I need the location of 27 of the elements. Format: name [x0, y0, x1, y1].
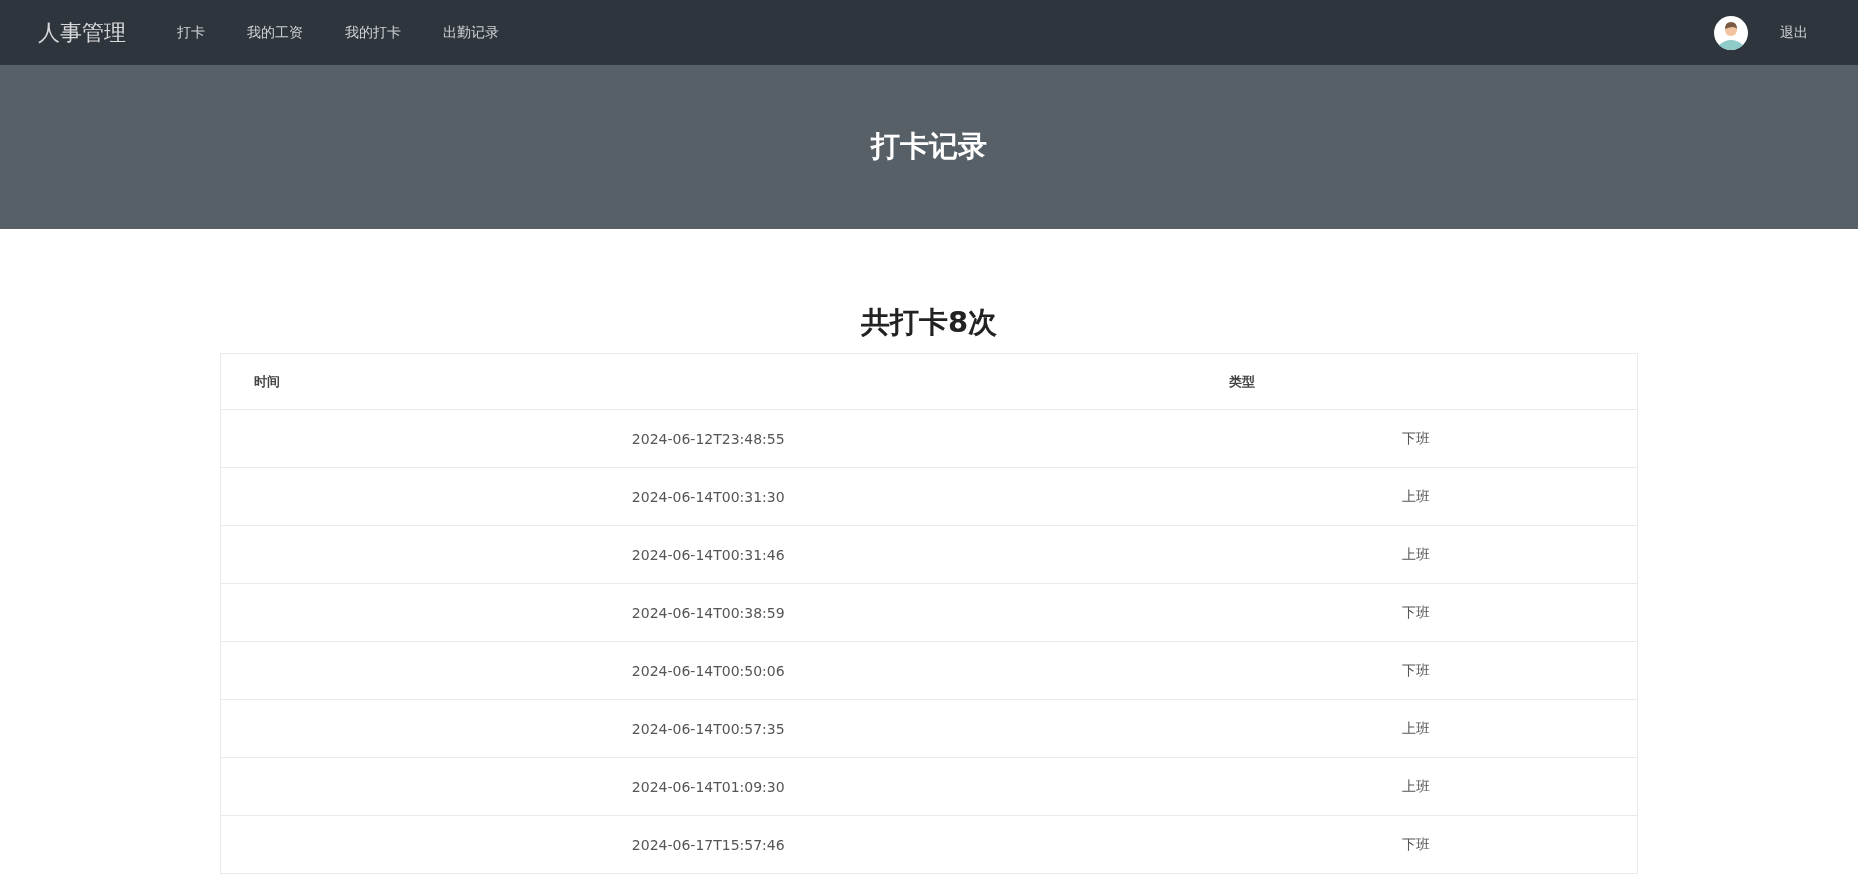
- nav-link[interactable]: 我的打卡: [324, 23, 422, 42]
- table-cell: 下班: [1195, 641, 1638, 700]
- table-cell: 2024-06-14T00:31:30: [220, 467, 1196, 526]
- summary-heading: 共打卡8次: [859, 304, 999, 341]
- brand-link[interactable]: 人事管理: [38, 17, 126, 48]
- table-cell: 2024-06-14T01:09:30: [220, 757, 1196, 816]
- avatar-icon[interactable]: [1714, 15, 1748, 50]
- nav-link[interactable]: 出勤记录: [422, 23, 520, 42]
- table-cell: 2024-06-12T23:48:55: [220, 409, 1196, 468]
- table-cell: 上班: [1195, 757, 1638, 816]
- column-header: 类型: [1195, 353, 1638, 410]
- table-cell: 下班: [1195, 815, 1638, 874]
- table-cell: 2024-06-14T00:57:35: [220, 699, 1196, 758]
- table-cell: 2024-06-17T15:57:46: [220, 815, 1196, 874]
- table-cell: 2024-06-14T00:50:06: [220, 641, 1196, 700]
- table-cell: 上班: [1195, 699, 1638, 758]
- column-header: 时间: [220, 353, 1196, 410]
- table-cell: 2024-06-14T00:38:59: [220, 583, 1196, 642]
- logout-link[interactable]: 退出: [1780, 23, 1808, 42]
- nav-link[interactable]: 我的工资: [226, 23, 324, 42]
- table-cell: 上班: [1195, 525, 1638, 584]
- nav-link[interactable]: 打卡: [156, 23, 226, 42]
- banner-title: 打卡记录: [871, 128, 987, 165]
- table-cell: 下班: [1195, 583, 1638, 642]
- table-cell: 2024-06-14T00:31:46: [220, 525, 1196, 584]
- table-cell: 上班: [1195, 467, 1638, 526]
- table-cell: 下班: [1195, 409, 1638, 468]
